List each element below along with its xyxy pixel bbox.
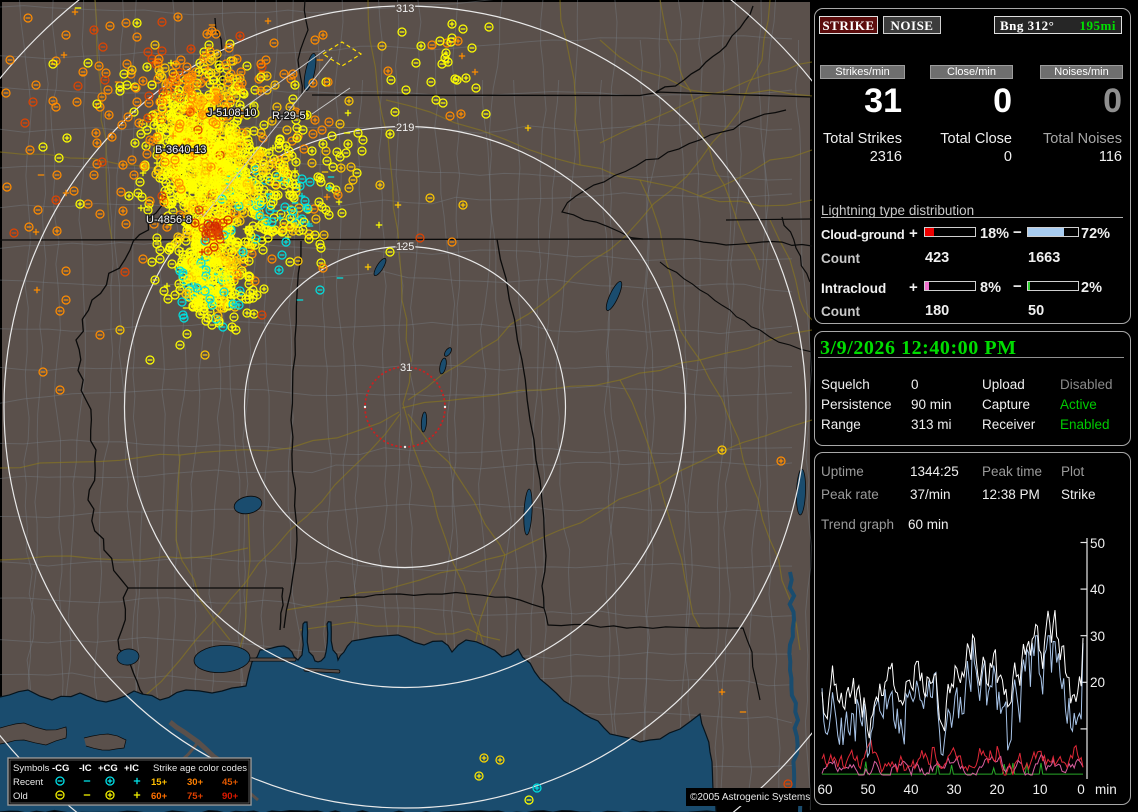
svg-text:B-3640-13: B-3640-13: [155, 144, 206, 156]
svg-text:90+: 90+: [222, 791, 239, 802]
svg-text:-CG: -CG: [52, 763, 69, 774]
svg-text:Old: Old: [13, 791, 28, 802]
svg-text:45+: 45+: [222, 777, 239, 788]
svg-text:60: 60: [817, 782, 832, 797]
svg-text:20: 20: [989, 782, 1004, 797]
svg-text:50: 50: [1090, 536, 1105, 551]
svg-text:Recent: Recent: [13, 777, 43, 788]
svg-text:125: 125: [396, 241, 414, 253]
svg-text:75+: 75+: [187, 791, 204, 802]
svg-text:30+: 30+: [187, 777, 204, 788]
svg-text:219: 219: [396, 122, 414, 134]
svg-text:30: 30: [1090, 629, 1105, 644]
svg-text:+CG: +CG: [98, 763, 118, 774]
svg-text:+IC: +IC: [124, 763, 139, 774]
svg-text:Symbols: Symbols: [13, 763, 50, 774]
svg-text:31: 31: [400, 362, 412, 374]
svg-text:10: 10: [1032, 782, 1047, 797]
svg-text:60+: 60+: [151, 791, 168, 802]
svg-text:30: 30: [946, 782, 961, 797]
svg-text:313: 313: [396, 3, 414, 15]
svg-text:15+: 15+: [151, 777, 168, 788]
svg-text:Strike age color codes: Strike age color codes: [153, 763, 247, 774]
svg-text:40: 40: [903, 782, 918, 797]
svg-text:©2005 Astrogenic Systems: ©2005 Astrogenic Systems: [690, 792, 810, 803]
svg-text:U-4856-8: U-4856-8: [146, 214, 192, 226]
svg-text:R-29-5: R-29-5: [272, 110, 306, 122]
svg-text:20: 20: [1090, 675, 1105, 690]
svg-text:50: 50: [860, 782, 875, 797]
svg-text:J-5108-10: J-5108-10: [207, 107, 257, 119]
svg-text:40: 40: [1090, 582, 1105, 597]
svg-text:0: 0: [1077, 782, 1085, 797]
svg-text:min: min: [1095, 782, 1117, 797]
svg-text:-IC: -IC: [79, 763, 92, 774]
